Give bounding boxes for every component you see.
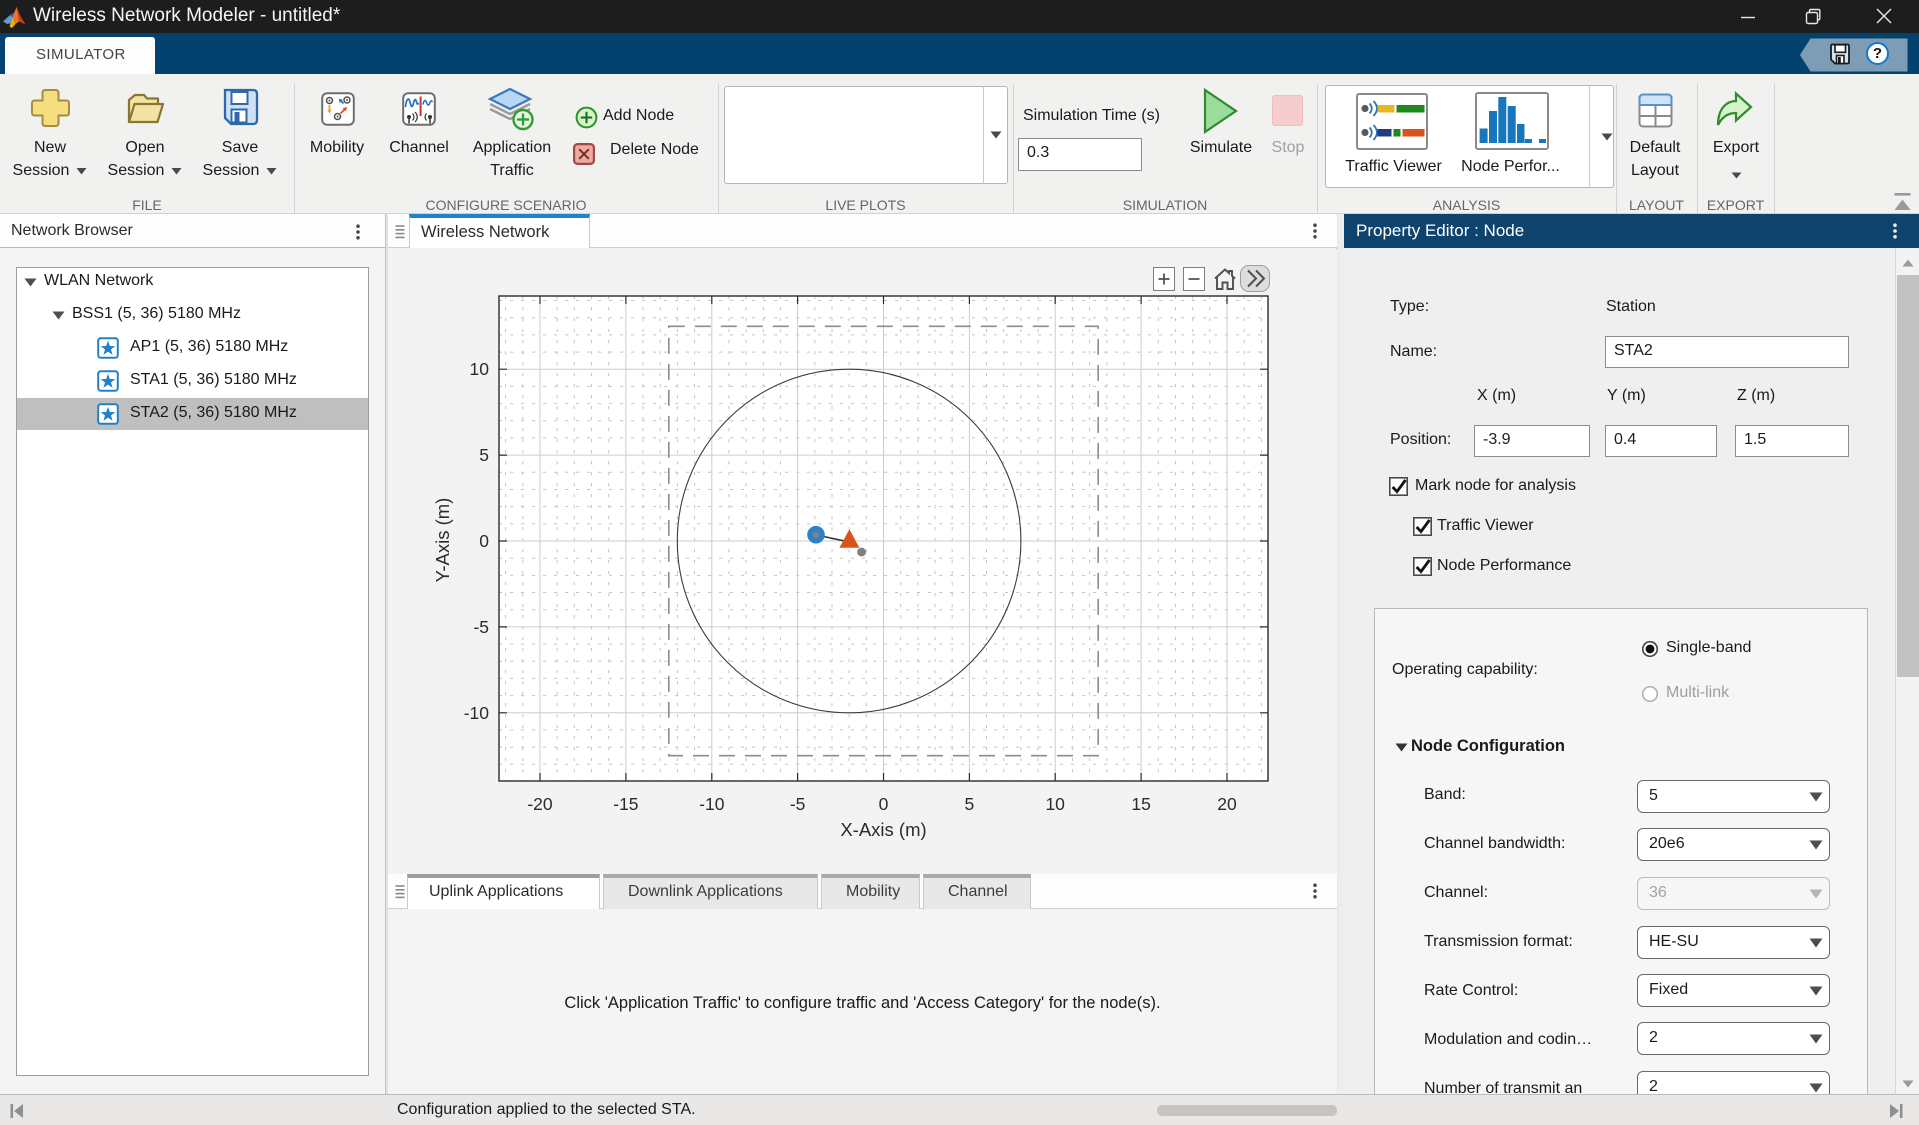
svg-text:0: 0 — [479, 531, 489, 551]
svg-text:10: 10 — [470, 359, 490, 379]
svg-text:-5: -5 — [790, 794, 806, 814]
svg-text:-5: -5 — [473, 617, 489, 637]
svg-text:-10: -10 — [464, 703, 490, 723]
svg-text:-15: -15 — [613, 794, 638, 814]
svg-text:-10: -10 — [699, 794, 725, 814]
svg-text:X-Axis (m): X-Axis (m) — [840, 819, 926, 840]
svg-text:15: 15 — [1131, 794, 1150, 814]
svg-text:20: 20 — [1217, 794, 1237, 814]
svg-text:5: 5 — [965, 794, 975, 814]
svg-text:0: 0 — [879, 794, 889, 814]
svg-text:10: 10 — [1045, 794, 1065, 814]
svg-text:-20: -20 — [527, 794, 553, 814]
svg-text:5: 5 — [479, 445, 489, 465]
svg-text:Y-Axis (m): Y-Axis (m) — [432, 498, 453, 583]
